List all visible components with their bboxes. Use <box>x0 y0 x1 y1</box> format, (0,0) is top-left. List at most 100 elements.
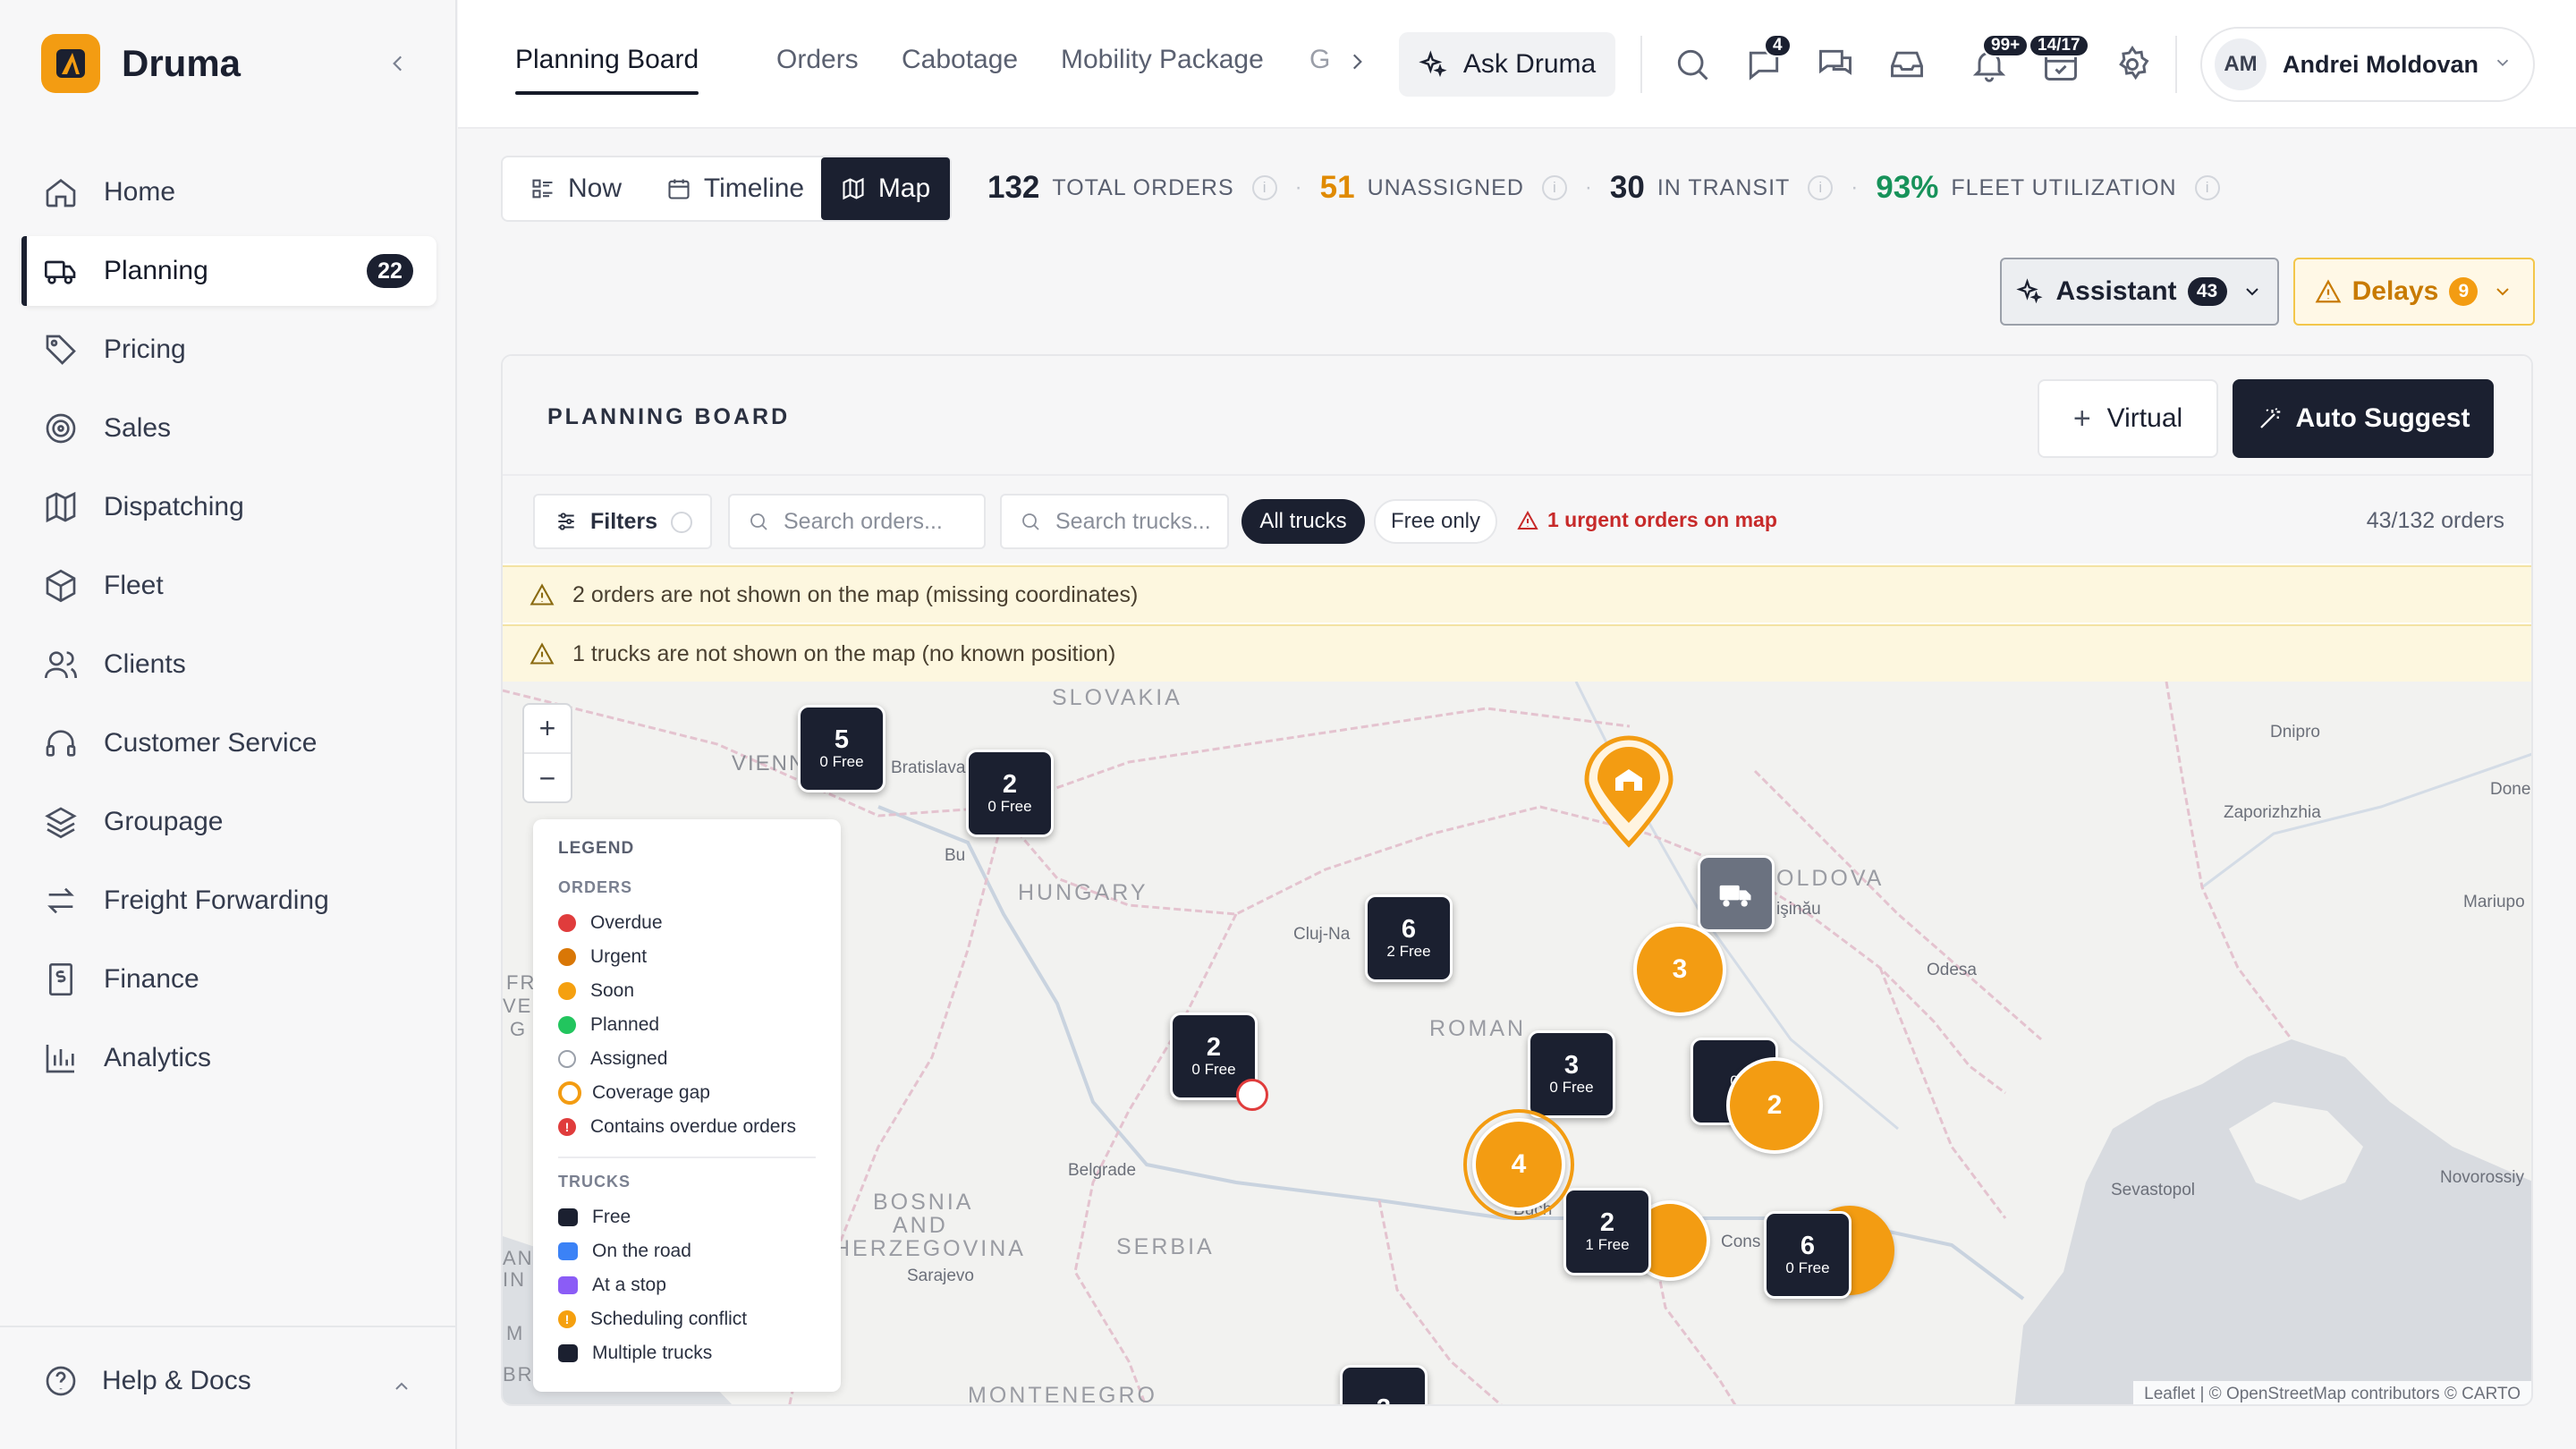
sidebar-item-analytics[interactable]: Analytics <box>21 1023 436 1093</box>
legend-row: Urgent <box>558 940 816 974</box>
legend-dot-urgent <box>558 948 576 966</box>
gear-icon[interactable] <box>2113 45 2152 84</box>
help-docs-button[interactable]: Help & Docs <box>43 1363 251 1399</box>
order-cluster[interactable]: 2 <box>1726 1057 1823 1154</box>
urgent-orders-link[interactable]: 1 urgent orders on map <box>1517 508 1777 532</box>
truck-cluster[interactable]: 21 Free <box>1563 1188 1651 1275</box>
overdue-marker-icon[interactable] <box>1236 1079 1268 1111</box>
search-trucks-input[interactable]: Search trucks... <box>1000 494 1229 549</box>
truck-cluster[interactable]: 20 Free <box>966 750 1054 837</box>
assistant-button[interactable]: Assistant 43 <box>2000 258 2279 326</box>
tab-overflow[interactable]: G <box>1309 45 1330 75</box>
map-label-bratislava: Bratislava <box>891 758 966 777</box>
stat-unassigned-label: UNASSIGNED <box>1367 174 1524 200</box>
sparkle-icon <box>1419 50 1447 78</box>
truck-cluster-count: 2 <box>1002 770 1018 799</box>
sidebar-item-clients[interactable]: Clients <box>21 630 436 699</box>
truck-icon <box>1719 885 1751 907</box>
user-name: Andrei Moldovan <box>2283 50 2479 78</box>
order-cluster[interactable]: 3 <box>1633 923 1726 1016</box>
truck-marker[interactable] <box>1698 855 1775 932</box>
info-icon[interactable]: i <box>1541 175 1567 200</box>
tab-planning-board[interactable]: Planning Board <box>515 45 699 95</box>
planning-count-badge: 22 <box>367 254 413 288</box>
truck-cluster[interactable]: 60 Free <box>1764 1211 1852 1299</box>
map-label-cluj: Cluj-Na <box>1293 925 1351 944</box>
delays-button[interactable]: Delays 9 <box>2293 258 2535 326</box>
urgent-orders-label: 1 urgent orders on map <box>1547 508 1777 531</box>
sidebar-item-finance[interactable]: Finance <box>21 945 436 1014</box>
sidebar-item-home[interactable]: Home <box>21 157 436 227</box>
search-orders-input[interactable]: Search orders... <box>728 494 986 549</box>
sidebar-item-label: Customer Service <box>104 728 318 758</box>
warehouse-pin[interactable] <box>1581 735 1676 852</box>
truck-cluster[interactable]: 50 Free <box>798 705 886 792</box>
sidebar-item-pricing[interactable]: Pricing <box>21 315 436 385</box>
board-header: PLANNING BOARD + Virtual Auto Suggest <box>503 356 2531 474</box>
legend-row: At a stop <box>558 1268 816 1302</box>
ask-druma-button[interactable]: Ask Druma <box>1399 32 1615 97</box>
truck-cluster-count: 2 <box>1599 1208 1615 1237</box>
truck-cluster[interactable]: 30 Free <box>1528 1030 1615 1118</box>
sidebar-item-dispatching[interactable]: Dispatching <box>21 472 436 542</box>
map-attribution[interactable]: Leaflet | © OpenStreetMap contributors ©… <box>2133 1381 2531 1404</box>
truck-cluster[interactable]: 62 Free <box>1365 894 1453 982</box>
coverage-gap-ring[interactable]: 4 <box>1463 1109 1574 1220</box>
warning-trucks-text: 1 trucks are not shown on the map (no kn… <box>572 640 1116 666</box>
auto-suggest-button[interactable]: Auto Suggest <box>2233 379 2494 458</box>
view-now-button[interactable]: Now <box>503 157 649 220</box>
zoom-out-button[interactable]: − <box>524 754 571 803</box>
sparkle-icon <box>2016 278 2044 304</box>
list-icon <box>532 179 553 199</box>
info-icon[interactable]: i <box>1808 175 1834 200</box>
sidebar-item-sales[interactable]: Sales <box>21 394 436 463</box>
sidebar-item-planning[interactable]: Planning 22 <box>21 236 436 306</box>
map-label-donetsk: Done <box>2490 780 2531 799</box>
sidebar-item-freight-forwarding[interactable]: Freight Forwarding <box>21 866 436 936</box>
search-trucks-placeholder: Search trucks... <box>1055 508 1211 534</box>
inbox-icon[interactable] <box>1887 45 1927 84</box>
legend-label: At a stop <box>592 1275 666 1295</box>
truck-icon <box>45 260 76 284</box>
map-label-ma: M <box>506 1322 525 1344</box>
truck-cluster-count: 3 <box>1377 1395 1391 1404</box>
legend-row: ! Contains overdue orders <box>558 1110 816 1144</box>
legend-square-free <box>558 1208 578 1226</box>
truck-cluster[interactable]: 3 <box>1340 1365 1428 1404</box>
sidebar-nav: Home Planning 22 Pricing Sales Dispatchi… <box>21 157 436 1102</box>
user-menu[interactable]: AM Andrei Moldovan <box>2200 27 2535 102</box>
search-icon <box>1022 513 1039 530</box>
virtual-button[interactable]: + Virtual <box>2038 379 2218 458</box>
legend-label: Multiple trucks <box>592 1343 713 1363</box>
chevron-up-icon[interactable] <box>391 1376 412 1402</box>
map-view[interactable]: SLOVAKIA VIENN Bratislava Bu HUNGARY Clu… <box>503 682 2531 1404</box>
info-icon[interactable]: i <box>2194 175 2220 200</box>
chip-all-trucks[interactable]: All trucks <box>1241 499 1365 544</box>
filters-button[interactable]: Filters <box>533 494 712 549</box>
collapse-sidebar-button[interactable] <box>383 48 413 79</box>
sidebar-item-fleet[interactable]: Fleet <box>21 551 436 621</box>
zoom-in-button[interactable]: + <box>524 705 571 754</box>
map-label-novorossiysk: Novorossiy <box>2440 1168 2524 1187</box>
legend-dot-assigned <box>558 1050 576 1068</box>
tab-mobility-package[interactable]: Mobility Package <box>1061 45 1264 75</box>
legend-square-at-stop <box>558 1276 578 1294</box>
sidebar-item-label: Freight Forwarding <box>104 886 329 915</box>
chat-icon[interactable] <box>1816 45 1855 84</box>
legend-square-multiple <box>558 1344 578 1362</box>
info-icon[interactable]: i <box>1251 175 1277 200</box>
sidebar-item-customer-service[interactable]: Customer Service <box>21 708 436 778</box>
tab-orders[interactable]: Orders <box>776 45 859 75</box>
search-icon[interactable] <box>1673 45 1712 84</box>
tab-cabotage[interactable]: Cabotage <box>902 45 1018 75</box>
home-icon <box>46 178 76 208</box>
sidebar-item-label: Home <box>104 177 176 207</box>
view-timeline-button[interactable]: Timeline <box>649 157 821 220</box>
sidebar-item-groupage[interactable]: Groupage <box>21 787 436 857</box>
legend-label: Assigned <box>590 1048 668 1069</box>
brand[interactable]: Druma <box>41 34 241 93</box>
stat-fleet-utilization-value: 93% <box>1876 170 1939 205</box>
view-map-button[interactable]: Map <box>821 157 950 220</box>
chip-free-only[interactable]: Free only <box>1374 499 1497 544</box>
chevron-right-icon[interactable] <box>1345 50 1368 78</box>
